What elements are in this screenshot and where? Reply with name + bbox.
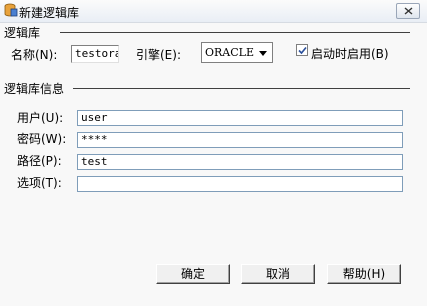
password-field[interactable]: ****: [77, 132, 403, 148]
title-bar: 新建逻辑库: [0, 0, 427, 23]
name-label: 名称(N):: [11, 48, 58, 62]
password-label: 密码(W):: [17, 132, 67, 146]
startup-checkbox[interactable]: [296, 44, 308, 56]
options-field[interactable]: [77, 176, 403, 192]
startup-label[interactable]: 启动时启用(B): [311, 45, 389, 62]
help-button[interactable]: 帮助(H): [327, 264, 401, 284]
engine-select[interactable]: ORACLE: [201, 42, 273, 63]
group-divider: [73, 88, 410, 89]
close-button[interactable]: [396, 3, 420, 19]
options-label: 选项(T):: [17, 176, 62, 190]
new-database-dialog: 新建逻辑库 逻辑库 名称(N): testora 引擎(E): ORACLE 启…: [0, 0, 427, 306]
engine-selected-value: ORACLE: [205, 46, 254, 59]
group-divider: [60, 32, 410, 33]
database-group-title: 逻辑库: [4, 24, 44, 41]
engine-label: 引擎(E):: [136, 48, 181, 62]
path-field[interactable]: test: [77, 154, 403, 170]
chevron-down-icon: [259, 51, 267, 56]
cancel-button[interactable]: 取消: [241, 264, 315, 284]
ok-button[interactable]: 确定: [156, 264, 230, 284]
check-icon: [298, 46, 307, 55]
database-icon: [4, 3, 18, 17]
database-info-group-title: 逻辑库信息: [4, 80, 68, 97]
user-label: 用户(U):: [17, 111, 64, 125]
window-title: 新建逻辑库: [19, 6, 80, 20]
name-field[interactable]: testora: [71, 45, 119, 63]
close-icon: [404, 7, 413, 15]
user-field[interactable]: user: [77, 110, 403, 126]
path-label: 路径(P):: [17, 154, 62, 168]
